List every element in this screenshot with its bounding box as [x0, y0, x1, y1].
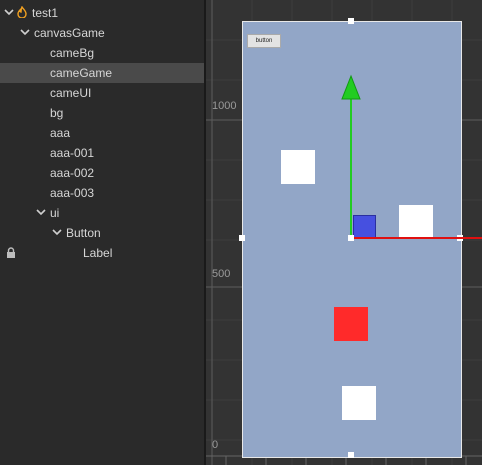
hierarchy-item-label: aaa-001 [50, 146, 95, 160]
hierarchy-item-test1[interactable]: test1 [0, 3, 204, 23]
hierarchy-panel: test1 canvasGame cameBg cameGame cameUI bg aaa… [0, 0, 204, 465]
hierarchy-item-label: aaa-002 [50, 166, 95, 180]
hierarchy-item-label: aaa [50, 126, 71, 140]
hierarchy-item-label: bg [50, 106, 64, 120]
hierarchy-item-label: cameGame [50, 66, 113, 80]
hierarchy-item-aaa-003[interactable]: aaa-003 [0, 183, 204, 203]
hierarchy-item-label: aaa-003 [50, 186, 95, 200]
hierarchy-item-camegame[interactable]: cameGame [0, 63, 204, 83]
hierarchy-item-label: Button [66, 226, 101, 240]
hierarchy-item-aaa[interactable]: aaa [0, 123, 204, 143]
y-arrow-icon [341, 74, 361, 100]
flame-icon [17, 6, 27, 18]
hierarchy-item-label: cameUI [50, 86, 92, 100]
hierarchy-item-label[interactable]: Label [0, 243, 204, 263]
transform-gizmo[interactable] [206, 0, 482, 465]
hierarchy-item-aaa-002[interactable]: aaa-002 [0, 163, 204, 183]
chevron-down-icon[interactable] [36, 207, 46, 217]
hierarchy-item-ui[interactable]: ui [0, 203, 204, 223]
chevron-down-icon[interactable] [20, 27, 30, 37]
gizmo-center [348, 235, 354, 241]
chevron-down-icon[interactable] [52, 227, 62, 237]
hierarchy-item-button[interactable]: Button [0, 223, 204, 243]
scene-view[interactable]: 1000 500 0 button [206, 0, 482, 465]
hierarchy-item-canvasgame[interactable]: canvasGame [0, 23, 204, 43]
hierarchy-item-label: ui [50, 206, 60, 220]
hierarchy-item-label: test1 [32, 6, 59, 20]
hierarchy-item-cameui[interactable]: cameUI [0, 83, 204, 103]
hierarchy-item-label: cameBg [50, 46, 95, 60]
hierarchy-item-aaa-001[interactable]: aaa-001 [0, 143, 204, 163]
hierarchy-item-label: canvasGame [34, 26, 105, 40]
hierarchy-item-camebg[interactable]: cameBg [0, 43, 204, 63]
hierarchy-item-label: Label [83, 246, 113, 260]
lock-icon[interactable] [5, 247, 17, 259]
chevron-down-icon[interactable] [4, 7, 14, 17]
hierarchy-item-bg[interactable]: bg [0, 103, 204, 123]
